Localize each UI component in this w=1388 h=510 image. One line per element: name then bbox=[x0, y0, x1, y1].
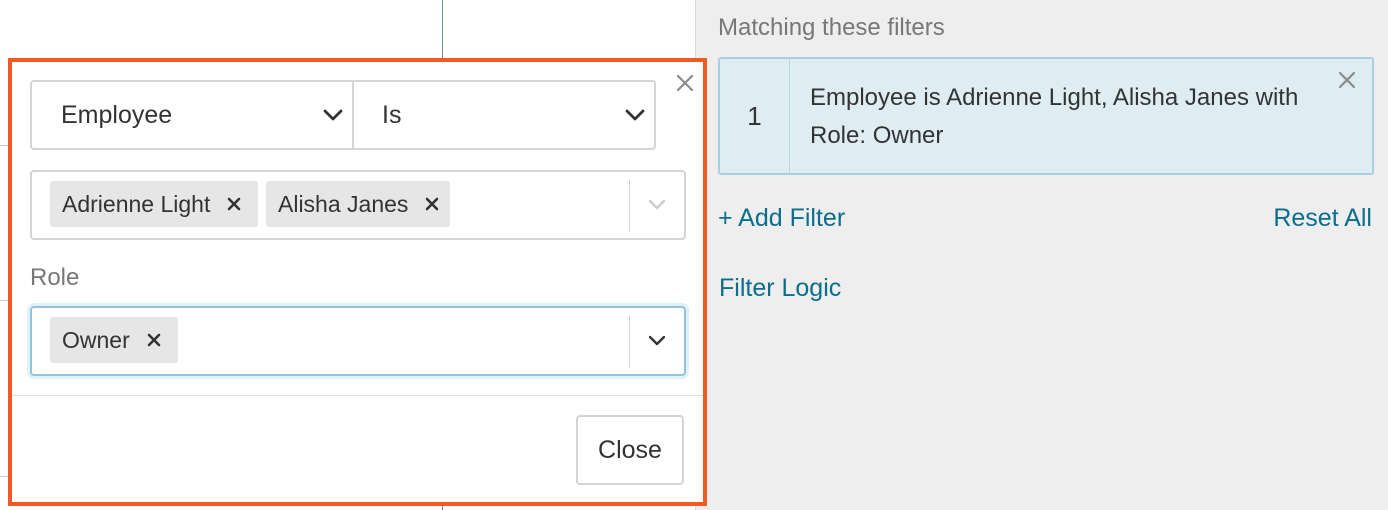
close-icon[interactable] bbox=[1334, 67, 1360, 93]
filter-logic-link[interactable]: Filter Logic bbox=[719, 274, 841, 303]
role-label: Role bbox=[30, 264, 80, 291]
tag-label: Owner bbox=[62, 326, 130, 353]
separator bbox=[629, 316, 630, 368]
field-select[interactable]: Employee bbox=[30, 80, 354, 150]
add-filter-link[interactable]: + Add Filter bbox=[718, 204, 845, 233]
separator bbox=[629, 180, 630, 232]
chevron-down-icon[interactable] bbox=[646, 198, 668, 212]
value-tag: Adrienne Light bbox=[50, 181, 258, 227]
operator-select-value: Is bbox=[382, 100, 402, 129]
operator-select[interactable]: Is bbox=[352, 80, 656, 150]
remove-x-icon[interactable] bbox=[224, 194, 244, 214]
filter-description: Employee is Adrienne Light, Alisha Janes… bbox=[810, 84, 1299, 149]
tag-label: Alisha Janes bbox=[278, 190, 409, 217]
filter-number: 1 bbox=[720, 59, 790, 173]
employee-multiselect[interactable]: Adrienne Light Alisha Janes bbox=[30, 170, 686, 240]
filter-card[interactable]: 1 Employee is Adrienne Light, Alisha Jan… bbox=[718, 57, 1374, 175]
filter-summary-panel: Matching these filters 1 Employee is Adr… bbox=[695, 0, 1388, 510]
filter-editor-popover: Employee Is Adrienne Light Alisha Janes … bbox=[8, 58, 707, 506]
remove-x-icon[interactable] bbox=[422, 194, 442, 214]
role-multiselect[interactable]: Owner bbox=[30, 306, 686, 376]
panel-title: Matching these filters bbox=[718, 14, 945, 41]
chevron-down-icon[interactable] bbox=[646, 334, 668, 348]
value-tag: Owner bbox=[50, 317, 178, 363]
remove-x-icon[interactable] bbox=[144, 330, 164, 350]
close-icon[interactable] bbox=[673, 71, 697, 95]
close-button[interactable]: Close bbox=[576, 415, 684, 485]
field-select-value: Employee bbox=[61, 100, 173, 129]
divider bbox=[12, 395, 703, 396]
value-tag: Alisha Janes bbox=[266, 181, 450, 227]
chevron-down-icon bbox=[323, 109, 343, 121]
chevron-down-icon bbox=[625, 109, 645, 121]
tag-label: Adrienne Light bbox=[62, 190, 211, 217]
reset-all-link[interactable]: Reset All bbox=[1273, 204, 1372, 233]
